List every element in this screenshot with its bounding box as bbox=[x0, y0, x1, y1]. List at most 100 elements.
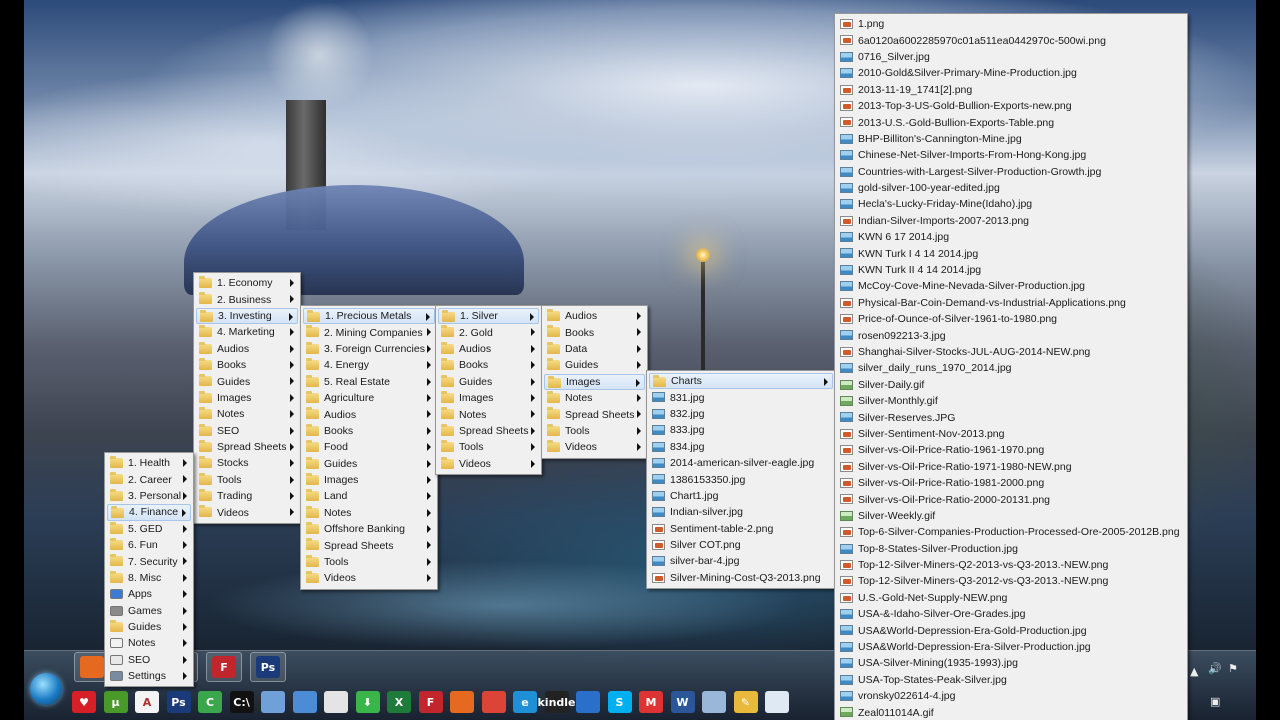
menu-item-audios[interactable]: Audios bbox=[544, 308, 645, 324]
menu-item-8-misc[interactable]: 8. Misc bbox=[107, 570, 191, 586]
camtasia-button[interactable]: C bbox=[198, 691, 222, 713]
menu-item-indian-silver-jpg[interactable]: Indian-silver.jpg bbox=[649, 504, 833, 520]
menu-item-silver-weekly-gif[interactable]: Silver-Weekly.gif bbox=[837, 508, 1185, 524]
menu-item-chart1-jpg[interactable]: Chart1.jpg bbox=[649, 488, 833, 504]
menu-item-top-12-silver-miners-q3-2012-vs-q3-2013-new-png[interactable]: Top-12-Silver-Miners-Q3-2012-vs-Q3-2013.… bbox=[837, 573, 1185, 589]
menu-item-2013-top-3-us-gold-bullion-exports-new-png[interactable]: 2013-Top-3-US-Gold-Bullion-Exports-new.p… bbox=[837, 98, 1185, 114]
menu-item-physical-bar-coin-demand-vs-industrial-applications-png[interactable]: Physical-Bar-Coin-Demand-vs-Industrial-A… bbox=[837, 295, 1185, 311]
menu-item-silver-vs-oil-price-ratio-1981-2000-png[interactable]: Silver-vs-Oil-Price-Ratio-1981-2000.png bbox=[837, 475, 1185, 491]
menu-item-u-s-gold-net-supply-new-png[interactable]: U.S.-Gold-Net-Supply-NEW.png bbox=[837, 590, 1185, 606]
menu-item-gold-silver-100-year-edited-jpg[interactable]: gold-silver-100-year-edited.jpg bbox=[837, 180, 1185, 196]
menu-item-3-personal[interactable]: 3. Personal bbox=[107, 488, 191, 504]
menu-item-audios[interactable]: Audios bbox=[303, 406, 435, 422]
menu-item-2-mining-companies[interactable]: 2. Mining Companies bbox=[303, 324, 435, 340]
menu-item-1-health[interactable]: 1. Health bbox=[107, 455, 191, 471]
menu-item-videos[interactable]: Videos bbox=[544, 439, 645, 455]
menu-item-silver-daily-gif[interactable]: Silver-Daily.gif bbox=[837, 377, 1185, 393]
network-button[interactable] bbox=[261, 691, 285, 713]
menu-item-vronsky022614-4-jpg[interactable]: vronsky022614-4.jpg bbox=[837, 688, 1185, 704]
menu-item-kwn-6-17-2014-jpg[interactable]: KWN 6 17 2014.jpg bbox=[837, 229, 1185, 245]
notepad-button[interactable] bbox=[765, 691, 789, 713]
menu-item-tools[interactable]: Tools bbox=[196, 472, 298, 488]
menu-item-trading[interactable]: Trading bbox=[196, 488, 298, 504]
menu-item-silver-cot-png[interactable]: Silver COT.png bbox=[649, 537, 833, 553]
menu-item-2-career[interactable]: 2. Career bbox=[107, 471, 191, 487]
menu-item-sentiment-table-2-png[interactable]: Sentiment-table-2.png bbox=[649, 521, 833, 537]
calculator-button[interactable] bbox=[702, 691, 726, 713]
computer-button[interactable] bbox=[292, 691, 317, 713]
internet-explorer-button[interactable]: e bbox=[513, 691, 537, 713]
menu-item-2010-gold-silver-primary-mine-production-jpg[interactable]: 2010-Gold&Silver-Primary-Mine-Production… bbox=[837, 65, 1185, 81]
menu-item-6-fun[interactable]: 6. Fun bbox=[107, 537, 191, 553]
show-hidden-icons-arrow-icon[interactable]: ▲ bbox=[1190, 665, 1198, 678]
photoshop-taskbar-button[interactable]: Ps bbox=[256, 656, 280, 678]
menu-item-seo[interactable]: SEO bbox=[196, 423, 298, 439]
firefox-taskbar-button[interactable] bbox=[80, 656, 104, 678]
menu-item-2014-american-silver-eagle-jpg[interactable]: 2014-american-silver-eagle.jpg bbox=[649, 455, 833, 471]
menu-item-silver-monthly-gif[interactable]: Silver-Monthly.gif bbox=[837, 393, 1185, 409]
pencil-button[interactable]: ✎ bbox=[733, 691, 758, 713]
menu-item-games[interactable]: Games bbox=[107, 603, 191, 619]
menu-item-books[interactable]: Books bbox=[303, 423, 435, 439]
menu-item-zeal011014a-gif[interactable]: Zeal011014A.gif bbox=[837, 704, 1185, 720]
menu-item-1-png[interactable]: 1.png bbox=[837, 16, 1185, 32]
utorrent-button[interactable]: µ bbox=[103, 691, 128, 713]
menu-item-indian-silver-imports-2007-2013-png[interactable]: Indian-Silver-Imports-2007-2013.png bbox=[837, 213, 1185, 229]
menu-item-audios[interactable]: Audios bbox=[438, 341, 539, 357]
menu-item-food[interactable]: Food bbox=[303, 439, 435, 455]
menu-item-notes[interactable]: Notes bbox=[107, 635, 191, 651]
menu-item-seo[interactable]: SEO bbox=[107, 652, 191, 668]
menu-item-images[interactable]: Images bbox=[196, 390, 298, 406]
menu-item-images[interactable]: Images bbox=[303, 472, 435, 488]
menu-item-chinese-net-silver-imports-from-hong-kong-jpg[interactable]: Chinese-Net-Silver-Imports-From-Hong-Kon… bbox=[837, 147, 1185, 163]
menu-item-usa-top-states-peak-silver-jpg[interactable]: USA-Top-States-Peak-Silver.jpg bbox=[837, 672, 1185, 688]
menu-item-usa-silver-mining-1935-1993-jpg[interactable]: USA-Silver-Mining(1935-1993).jpg bbox=[837, 655, 1185, 671]
command-prompt-button[interactable]: C:\ bbox=[229, 691, 254, 713]
filezilla-taskbar-button[interactable]: F bbox=[212, 656, 236, 678]
kindle-button[interactable]: kindle bbox=[537, 691, 576, 713]
menu-item-1-precious-metals[interactable]: 1. Precious Metals bbox=[303, 308, 435, 325]
menu-item-2-gold[interactable]: 2. Gold bbox=[438, 324, 539, 340]
text-editor-button[interactable]: A bbox=[135, 691, 159, 713]
menu-item-silver-bar-4-jpg[interactable]: silver-bar-4.jpg bbox=[649, 553, 833, 569]
menu-item-audios[interactable]: Audios bbox=[196, 341, 298, 357]
menu-item-agriculture[interactable]: Agriculture bbox=[303, 390, 435, 406]
menu-item-0716-silver-jpg[interactable]: 0716_Silver.jpg bbox=[837, 49, 1185, 65]
menu-item-spread-sheets[interactable]: Spread Sheets bbox=[544, 406, 645, 422]
menu-item-top-8-states-silver-production-jpg[interactable]: Top-8-States-Silver-Production.jpg bbox=[837, 541, 1185, 557]
menu-item-spread-sheets[interactable]: Spread Sheets bbox=[196, 439, 298, 455]
menu-item-top-12-silver-miners-q2-2013-vs-q3-2013-new-png[interactable]: Top-12-Silver-Miners-Q2-2013-vs-Q3-2013.… bbox=[837, 557, 1185, 573]
menu-item-2-business[interactable]: 2. Business bbox=[196, 291, 298, 307]
menu-item-notes[interactable]: Notes bbox=[438, 406, 539, 422]
menu-item-top-6-silver-companies-production-processed-ore-2005-2012b-png[interactable]: Top-6-Silver-Companies-Production-Proces… bbox=[837, 524, 1185, 540]
menu-item-books[interactable]: Books bbox=[544, 324, 645, 340]
menu-item-1-silver[interactable]: 1. Silver bbox=[438, 308, 539, 325]
menu-item-silver-vs-oil-price-ratio-1961-1970-png[interactable]: Silver-vs-Oil-Price-Ratio-1961-1970.png bbox=[837, 442, 1185, 458]
menu-item-834-jpg[interactable]: 834.jpg bbox=[649, 439, 833, 455]
skype-button[interactable]: S bbox=[607, 691, 632, 713]
menu-item-silver-vs-oil-price-ratio-2000-20131-png[interactable]: Silver-vs-Oil-Price-Ratio-2000-20131.png bbox=[837, 491, 1185, 507]
menu-item-mccoy-cove-mine-nevada-silver-production-jpg[interactable]: McCoy-Cove-Mine-Nevada-Silver-Production… bbox=[837, 278, 1185, 294]
menu-item-guides[interactable]: Guides bbox=[438, 374, 539, 390]
menu-item-7-security[interactable]: 7. Security bbox=[107, 553, 191, 569]
excel-button[interactable]: X bbox=[387, 691, 411, 713]
menu-item-tools[interactable]: Tools bbox=[438, 439, 539, 455]
menu-item-usa-world-depression-era-gold-production-jpg[interactable]: USA&World-Depression-Era-Gold-Production… bbox=[837, 622, 1185, 638]
firefox-button[interactable] bbox=[450, 691, 474, 713]
action-flag-icon[interactable]: ⚑ bbox=[1228, 662, 1238, 675]
menu-item-kwn-turk-i-4-14-2014-jpg[interactable]: KWN Turk I 4 14 2014.jpg bbox=[837, 245, 1185, 261]
menu-item-2013-u-s-gold-bullion-exports-table-png[interactable]: 2013-U.S.-Gold-Bullion-Exports-Table.png bbox=[837, 114, 1185, 130]
menu-item-4-marketing[interactable]: 4. Marketing bbox=[196, 324, 298, 340]
menu-item-831-jpg[interactable]: 831.jpg bbox=[649, 389, 833, 405]
menu-item-images[interactable]: Images bbox=[544, 373, 645, 390]
menu-item-833-jpg[interactable]: 833.jpg bbox=[649, 422, 833, 438]
menu-item-shanghai-silver-stocks-jul-aug-2014-new-png[interactable]: Shanghai-Silver-Stocks-JUL-AUG-2014-NEW.… bbox=[837, 344, 1185, 360]
menu-item-notes[interactable]: Notes bbox=[303, 505, 435, 521]
menu-item-silver-sentiment-nov-2013-png[interactable]: Silver-Sentiment-Nov-2013.png bbox=[837, 426, 1185, 442]
menu-item-videos[interactable]: Videos bbox=[303, 570, 435, 586]
menu-item-spread-sheets[interactable]: Spread Sheets bbox=[438, 423, 539, 439]
menu-item-5-ged[interactable]: 5. GED bbox=[107, 521, 191, 537]
menu-item-stocks[interactable]: Stocks bbox=[196, 455, 298, 471]
menu-item-1386153350-jpg[interactable]: 1386153350.jpg bbox=[649, 471, 833, 487]
menu-item-images[interactable]: Images bbox=[438, 390, 539, 406]
